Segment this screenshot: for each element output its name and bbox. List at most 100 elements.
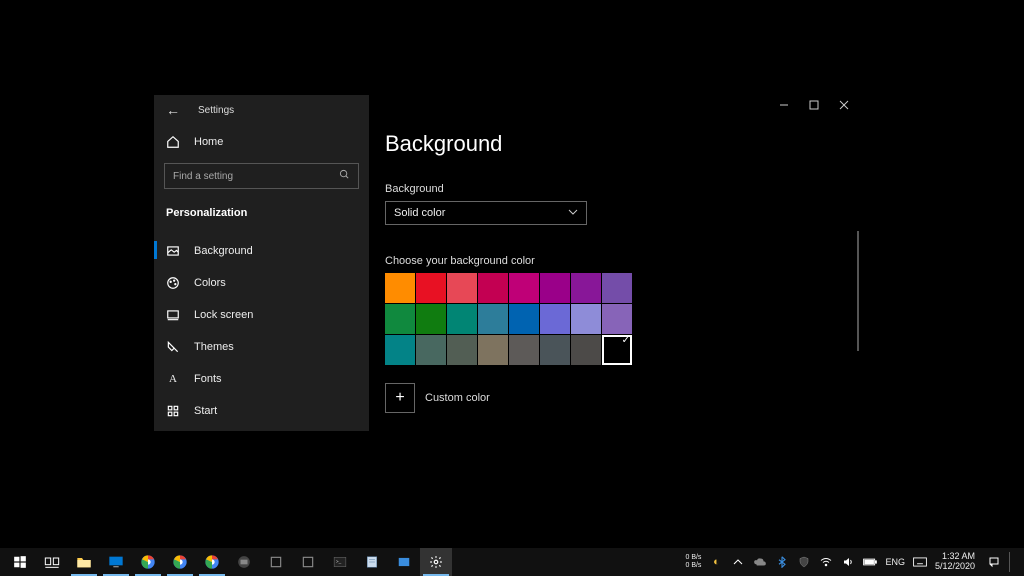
settings-taskbar-button[interactable] (420, 548, 452, 576)
clock[interactable]: 1:32 AM 5/12/2020 (935, 552, 979, 572)
svg-text:>_: >_ (336, 559, 342, 564)
nav-item-fonts[interactable]: A Fonts (154, 363, 369, 395)
color-swatch[interactable] (509, 273, 539, 303)
system-tray: 0 B/s 0 B/s ◐ ENG 1:32 AM 5/ (685, 552, 1020, 572)
nav-item-lockscreen[interactable]: Lock screen (154, 299, 369, 331)
onedrive-icon[interactable] (753, 555, 767, 569)
color-swatch[interactable] (478, 304, 508, 334)
color-swatch[interactable] (447, 335, 477, 365)
tray-chevron-up-icon[interactable] (731, 555, 745, 569)
notifications-icon[interactable] (987, 555, 1001, 569)
dropdown-value: Solid color (394, 207, 445, 219)
color-section-label: Choose your background color (385, 255, 859, 267)
chevron-down-icon (568, 207, 578, 220)
color-swatch[interactable] (540, 304, 570, 334)
wifi-icon[interactable] (819, 555, 833, 569)
color-swatch[interactable] (571, 335, 601, 365)
color-swatch[interactable] (385, 273, 415, 303)
settings-window: ← Settings Home Find a setting Personali… (153, 94, 860, 432)
language-indicator[interactable]: ENG (885, 557, 905, 567)
color-swatch[interactable] (571, 304, 601, 334)
desktop-button[interactable] (100, 548, 132, 576)
moon-icon[interactable]: ◐ (709, 555, 723, 569)
color-swatch[interactable] (602, 273, 632, 303)
nav-label: Themes (194, 341, 234, 353)
search-placeholder: Find a setting (173, 171, 233, 182)
color-swatch[interactable] (385, 335, 415, 365)
color-swatch[interactable] (416, 335, 446, 365)
start-icon (166, 404, 180, 418)
titlebar: ← Settings (154, 95, 369, 125)
color-swatch[interactable] (416, 273, 446, 303)
app-button-4[interactable] (388, 548, 420, 576)
window-title: Settings (198, 105, 234, 116)
section-title: Personalization (154, 199, 369, 229)
task-view-button[interactable] (36, 548, 68, 576)
battery-icon[interactable] (863, 555, 877, 569)
nav-item-colors[interactable]: Colors (154, 267, 369, 299)
lockscreen-icon (166, 308, 180, 322)
notepad-button[interactable] (356, 548, 388, 576)
custom-color-button[interactable]: + (385, 383, 415, 413)
search-icon (339, 169, 350, 183)
color-swatch[interactable] (602, 304, 632, 334)
nav-item-themes[interactable]: Themes (154, 331, 369, 363)
nav-item-start[interactable]: Start (154, 395, 369, 427)
chrome-button-1[interactable] (132, 548, 164, 576)
color-swatch[interactable] (540, 273, 570, 303)
background-label: Background (385, 183, 859, 195)
start-button[interactable] (4, 548, 36, 576)
color-swatch[interactable] (447, 304, 477, 334)
back-arrow-icon[interactable]: ← (166, 103, 180, 117)
chrome-button-2[interactable] (164, 548, 196, 576)
color-swatch[interactable] (416, 304, 446, 334)
color-grid (385, 273, 632, 365)
nav-label: Start (194, 405, 217, 417)
search-input[interactable]: Find a setting (164, 163, 359, 189)
taskbar-left: >_ (4, 548, 452, 576)
window-controls (769, 95, 859, 115)
color-swatch[interactable] (540, 335, 570, 365)
home-button[interactable]: Home (154, 125, 369, 159)
minimize-button[interactable] (769, 95, 799, 115)
color-swatch[interactable] (385, 304, 415, 334)
color-swatch[interactable] (509, 335, 539, 365)
show-desktop-button[interactable] (1009, 552, 1020, 572)
maximize-button[interactable] (799, 95, 829, 115)
color-swatch[interactable] (478, 273, 508, 303)
color-swatch[interactable] (447, 273, 477, 303)
file-explorer-button[interactable] (68, 548, 100, 576)
network-speed[interactable]: 0 B/s 0 B/s (685, 554, 701, 569)
home-icon (166, 135, 180, 149)
background-dropdown[interactable]: Solid color (385, 201, 587, 225)
keyboard-icon[interactable] (913, 555, 927, 569)
custom-color-label: Custom color (425, 392, 490, 404)
bluetooth-icon[interactable] (775, 555, 789, 569)
volume-icon[interactable] (841, 555, 855, 569)
nav-item-background[interactable]: Background (154, 235, 369, 267)
nav-list: Background Colors Lock screen Themes (154, 235, 369, 427)
color-swatch[interactable] (602, 335, 632, 365)
palette-icon (166, 276, 180, 290)
color-swatch[interactable] (571, 273, 601, 303)
color-swatch[interactable] (478, 335, 508, 365)
themes-icon (166, 340, 180, 354)
fonts-icon: A (166, 372, 180, 386)
chrome-button-3[interactable] (196, 548, 228, 576)
plus-icon: + (395, 389, 404, 407)
home-label: Home (194, 136, 223, 148)
app-button-3[interactable] (292, 548, 324, 576)
terminal-button[interactable]: >_ (324, 548, 356, 576)
app-button-2[interactable] (260, 548, 292, 576)
custom-color-row: + Custom color (385, 383, 859, 413)
nav-label: Lock screen (194, 309, 253, 321)
sidebar: ← Settings Home Find a setting Personali… (154, 95, 369, 431)
app-button-1[interactable] (228, 548, 260, 576)
close-button[interactable] (829, 95, 859, 115)
defender-icon[interactable] (797, 555, 811, 569)
taskbar: >_ 0 B/s 0 B/s ◐ (0, 548, 1024, 576)
nav-label: Background (194, 245, 253, 257)
scrollbar[interactable] (857, 231, 859, 351)
image-icon (166, 244, 180, 258)
color-swatch[interactable] (509, 304, 539, 334)
